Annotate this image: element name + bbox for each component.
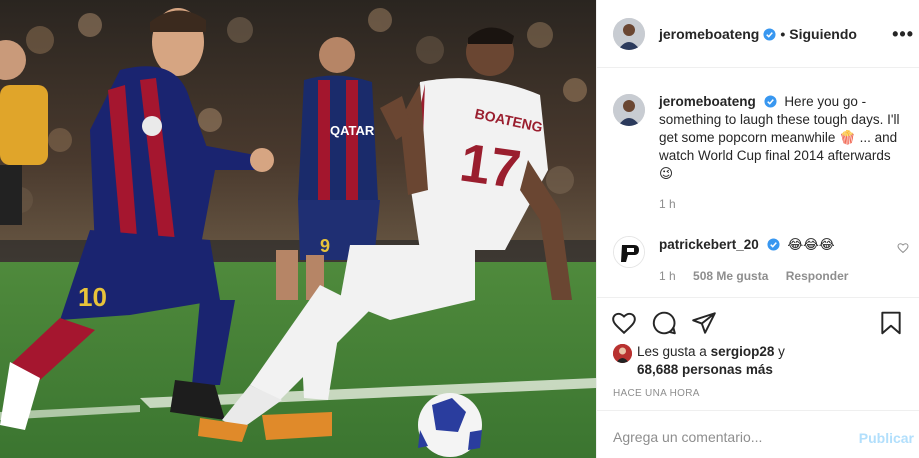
commenter-username[interactable]: patrickebert_20: [659, 237, 759, 252]
jersey-back-number: 17: [456, 132, 524, 200]
liker-avatar-image: [613, 344, 632, 363]
comment-line: patrickebert_20 😂😂😂: [659, 237, 835, 253]
heart-icon: [612, 312, 636, 335]
author-avatar[interactable]: [613, 18, 645, 50]
instagram-post: 9 QATAR 10 BOATENG 17 jeromeboateng • Si…: [0, 0, 919, 458]
verified-badge-icon: [767, 238, 780, 251]
background-player-number: 9: [320, 236, 330, 256]
more-options-button[interactable]: •••: [892, 24, 914, 45]
front-player-number: 10: [78, 282, 107, 312]
commenter-avatar[interactable]: [613, 236, 645, 268]
comment-like-heart-icon[interactable]: [897, 242, 909, 254]
comment-text: 😂😂😂: [787, 237, 835, 252]
share-button[interactable]: [691, 310, 717, 336]
liker-avatar[interactable]: [613, 344, 632, 363]
likes-line-1: Les gusta a sergiop28 y: [637, 343, 785, 361]
save-button[interactable]: [878, 310, 904, 336]
post-photo-illustration: 9 QATAR 10 BOATENG 17: [0, 0, 596, 458]
reply-button[interactable]: Responder: [786, 269, 849, 283]
author-username[interactable]: jeromeboateng: [659, 26, 759, 42]
likes-prefix: Les gusta a: [637, 344, 707, 359]
add-comment-input[interactable]: [613, 429, 843, 445]
comment-bubble-icon: [652, 311, 676, 335]
likes-count[interactable]: 68,688 personas más: [637, 361, 773, 379]
caption-username[interactable]: jeromeboateng: [659, 94, 756, 109]
post-timestamp[interactable]: HACE UNA HORA: [613, 388, 700, 399]
share-paper-plane-icon: [692, 312, 716, 334]
caption-timestamp[interactable]: 1 h: [659, 197, 676, 211]
likes-conjunction: y: [778, 344, 785, 359]
post-side-panel: jeromeboateng • Siguiendo ••• jeromeboat…: [596, 0, 919, 458]
likes-summary: Les gusta a sergiop28 y 68,688 personas …: [613, 343, 909, 381]
add-comment-bar: Publicar: [597, 410, 919, 458]
comment-meta: 1 h 508 Me gusta Responder: [659, 269, 862, 283]
liker-username[interactable]: sergiop28: [711, 344, 775, 359]
verified-badge-icon: [764, 95, 777, 108]
header-separator: •: [780, 26, 786, 42]
comment-likes-count[interactable]: 508 Me gusta: [693, 269, 768, 283]
comment-button[interactable]: [651, 310, 677, 336]
caption-text-block: jeromeboateng Here you go - something to…: [659, 93, 907, 183]
comment-item: patrickebert_20 😂😂😂 1 h 508 Me gusta Res…: [613, 232, 909, 283]
publish-button[interactable]: Publicar: [859, 430, 914, 446]
author-avatar-image: [613, 18, 645, 50]
comment-timestamp[interactable]: 1 h: [659, 269, 676, 283]
caption-author-avatar[interactable]: [613, 94, 645, 126]
verified-badge-icon: [763, 27, 776, 41]
action-bar: [597, 297, 919, 347]
post-photo[interactable]: 9 QATAR 10 BOATENG 17: [0, 0, 596, 458]
post-header: jeromeboateng • Siguiendo •••: [597, 0, 919, 68]
commenter-avatar-logo: [614, 237, 644, 267]
following-button[interactable]: Siguiendo: [789, 26, 857, 42]
like-button[interactable]: [611, 310, 637, 336]
bookmark-icon: [881, 311, 901, 335]
sponsor-logo-text: QATAR: [330, 123, 375, 138]
header-line: jeromeboateng • Siguiendo: [659, 26, 857, 42]
caption-author-avatar-image: [613, 94, 645, 126]
